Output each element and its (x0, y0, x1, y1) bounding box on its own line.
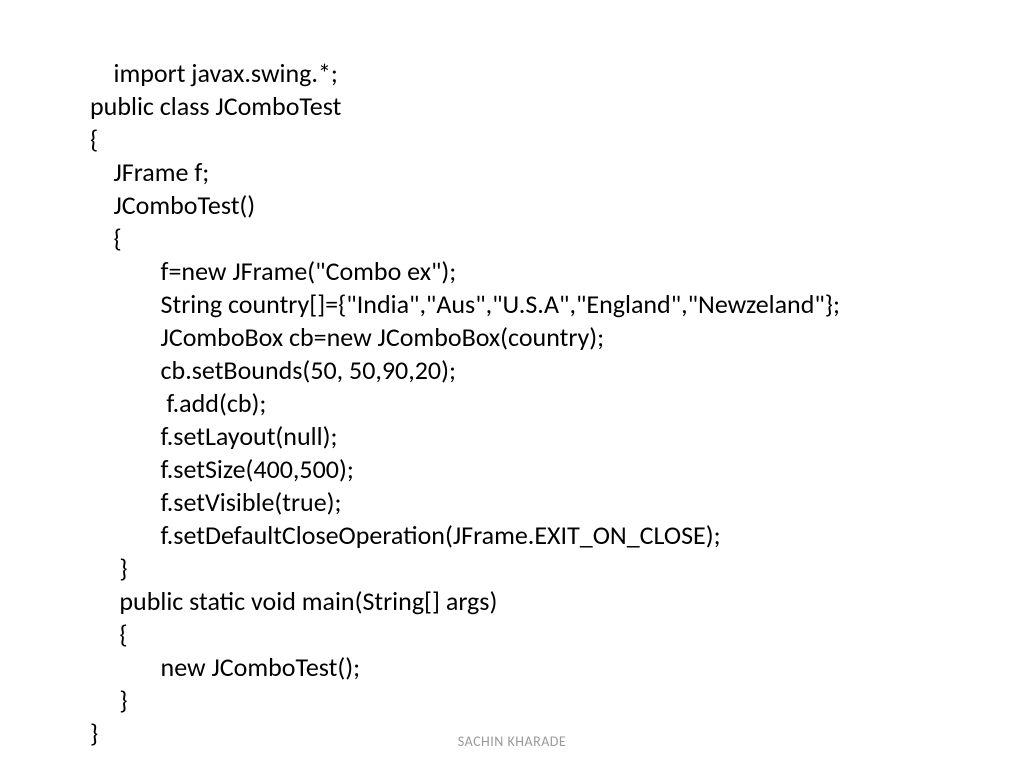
footer-author: SACHIN KHARADE (0, 733, 1024, 750)
code-line: { (90, 123, 98, 155)
code-line: cb.setBounds(50, 50,90,20); (90, 354, 456, 386)
code-line: public class JComboTest (90, 90, 341, 122)
code-line: JComboBox cb=new JComboBox(country); (90, 321, 604, 353)
code-line: } (90, 552, 128, 584)
code-block: import javax.swing.*; public class JComb… (90, 24, 934, 783)
code-line: { (90, 618, 128, 650)
code-line: } (90, 684, 128, 716)
code-line: f.setDefaultCloseOperation(JFrame.EXIT_O… (90, 519, 721, 551)
code-line: f.add(cb); (90, 387, 266, 419)
code-line: public static void main(String[] args) (90, 585, 497, 617)
code-line: JFrame f; (90, 156, 209, 188)
code-line: f.setLayout(null); (90, 420, 337, 452)
code-line: JComboTest() (90, 189, 255, 221)
code-line: new JComboTest(); (90, 651, 360, 683)
code-line: f.setSize(400,500); (90, 453, 354, 485)
code-line: f=new JFrame("Combo ex"); (90, 255, 456, 287)
code-line: { (90, 222, 122, 254)
code-line: f.setVisible(true); (90, 486, 342, 518)
code-line: import javax.swing.*; (114, 57, 338, 89)
code-line: String country[]={"India","Aus","U.S.A",… (90, 288, 840, 320)
slide-container: import javax.swing.*; public class JComb… (0, 0, 1024, 768)
